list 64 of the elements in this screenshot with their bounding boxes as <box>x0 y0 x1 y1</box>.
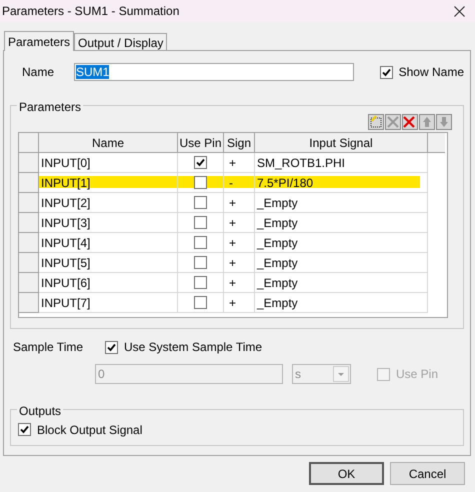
table-cell: INPUT[4] <box>39 233 178 253</box>
use-pin-label: Use Pin <box>396 366 438 383</box>
table-cell: _Empty <box>255 253 428 273</box>
tab[interactable]: Output / Display <box>74 33 168 50</box>
table-cell: INPUT[0] <box>39 153 178 173</box>
dialog-button[interactable]: Cancel <box>390 462 465 485</box>
table-cell: INPUT[7] <box>39 293 178 313</box>
block-output-label: Block Output Signal <box>37 422 142 438</box>
table-cell: + <box>224 213 255 233</box>
name-label: Name <box>22 64 56 81</box>
table-row[interactable]: INPUT[1] - 7.5*PI/180 <box>19 173 447 193</box>
table-cell: _Empty <box>255 193 428 213</box>
table-cell: 7.5*PI/180 <box>255 173 428 193</box>
use-pin-checkbox[interactable] <box>194 276 207 289</box>
use-pin-checkbox[interactable] <box>194 216 207 229</box>
table-cell: + <box>224 233 255 253</box>
show-name-checkbox[interactable] <box>380 66 393 78</box>
table-cell: _Empty <box>255 293 428 313</box>
name-field[interactable]: SUM1 <box>74 63 354 81</box>
table-cell: INPUT[6] <box>39 273 178 293</box>
table-cell: + <box>224 153 255 173</box>
table-cell: + <box>224 193 255 213</box>
table-row[interactable]: INPUT[2] + _Empty <box>19 193 447 213</box>
table-cell: INPUT[2] <box>39 193 178 213</box>
table-cell: + <box>224 293 255 313</box>
use-pin-checkbox[interactable] <box>194 176 207 189</box>
table-cell: SM_ROTB1.PHI <box>255 153 428 173</box>
table-cell: _Empty <box>255 233 428 253</box>
sample-time-label: Sample Time <box>13 339 84 356</box>
table-cell: _Empty <box>255 213 428 233</box>
use-system-sample-time-label: Use System Sample Time <box>124 339 262 356</box>
window-title: Parameters - SUM1 - Summation <box>2 3 180 20</box>
table-cell: INPUT[3] <box>39 213 178 233</box>
table-row[interactable]: INPUT[5] + _Empty <box>19 253 447 273</box>
move-up-icon[interactable] <box>419 114 435 130</box>
table-row[interactable]: INPUT[6] + _Empty <box>19 273 447 293</box>
table-row[interactable]: INPUT[3] + _Empty <box>19 213 447 233</box>
column-header[interactable]: Sign <box>224 133 255 153</box>
column-header[interactable]: Use Pin <box>178 133 224 153</box>
dialog-button[interactable]: OK <box>309 462 384 485</box>
show-name-label: Show Name <box>398 64 464 81</box>
use-pin-checkbox[interactable] <box>194 156 207 169</box>
table-cell: INPUT[1] <box>39 173 178 193</box>
table-cell: + <box>224 273 255 293</box>
close-icon[interactable] <box>454 6 465 16</box>
column-header[interactable]: Name <box>39 133 178 153</box>
delete-all-icon[interactable] <box>402 114 418 130</box>
block-output-checkbox[interactable] <box>18 423 31 436</box>
column-header[interactable]: Input Signal <box>255 133 428 153</box>
table-cell: - <box>224 173 255 193</box>
table-row[interactable]: INPUT[4] + _Empty <box>19 233 447 253</box>
use-system-sample-time-checkbox[interactable] <box>105 340 118 354</box>
table-cell: + <box>224 253 255 273</box>
tab[interactable]: Parameters <box>4 31 74 51</box>
table-row[interactable]: INPUT[7] + _Empty <box>19 293 447 313</box>
table-cell: INPUT[5] <box>39 253 178 273</box>
table-row[interactable]: INPUT[0] + SM_ROTB1.PHI <box>19 153 447 173</box>
use-pin-checkbox[interactable] <box>194 256 207 269</box>
use-pin-checkbox[interactable] <box>194 236 207 249</box>
use-pin-checkbox[interactable] <box>194 196 207 209</box>
table-cell: _Empty <box>255 273 428 293</box>
move-down-icon[interactable] <box>436 114 452 130</box>
new-row-icon[interactable] <box>368 114 384 130</box>
use-pin-checkbox[interactable] <box>194 296 207 309</box>
